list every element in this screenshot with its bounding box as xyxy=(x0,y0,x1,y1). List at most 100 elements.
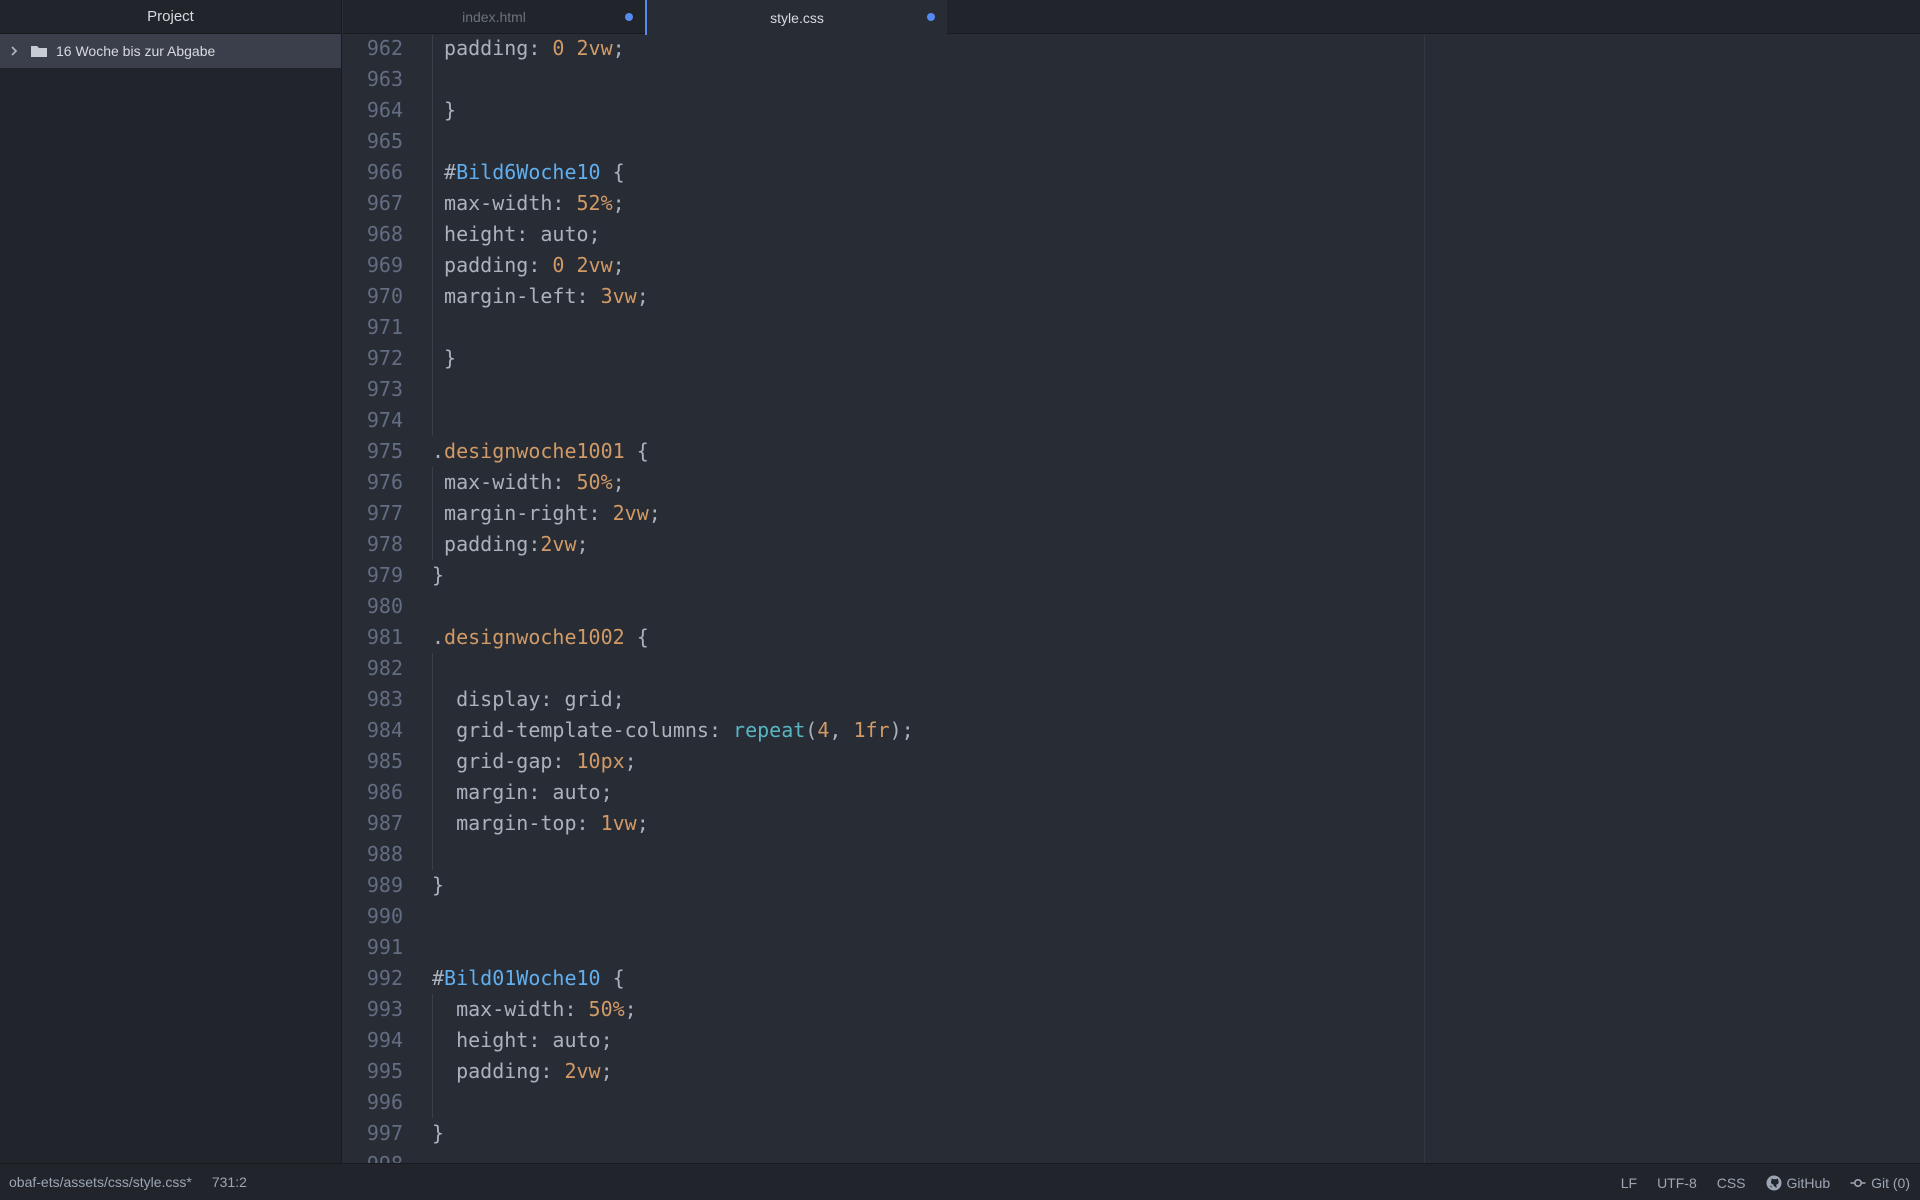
code-line[interactable]: 962 padding: 0 2vw; xyxy=(343,35,1920,64)
line-number[interactable]: 985 xyxy=(343,746,403,777)
code-line[interactable]: 976 max-width: 50%; xyxy=(343,467,1920,498)
file-path[interactable]: obaf-ets/assets/css/style.css* xyxy=(9,1174,192,1190)
code-line[interactable]: 998 xyxy=(343,1149,1920,1163)
code-text[interactable]: margin-top: 1vw; xyxy=(432,808,649,839)
code-line[interactable]: 974 xyxy=(343,405,1920,436)
code-text[interactable]: } xyxy=(432,1118,444,1149)
tab-index-html[interactable]: index.html xyxy=(343,0,645,34)
code-line[interactable]: 986 margin: auto; xyxy=(343,777,1920,808)
line-number[interactable]: 996 xyxy=(343,1087,403,1118)
line-number[interactable]: 994 xyxy=(343,1025,403,1056)
code-line[interactable]: 988 xyxy=(343,839,1920,870)
line-ending-selector[interactable]: LF xyxy=(1621,1175,1637,1191)
code-text[interactable]: max-width: 50%; xyxy=(432,994,637,1025)
line-number[interactable]: 974 xyxy=(343,405,403,436)
modified-dot-icon[interactable] xyxy=(927,13,935,21)
code-line[interactable]: 963 xyxy=(343,64,1920,95)
line-number[interactable]: 976 xyxy=(343,467,403,498)
line-number[interactable]: 993 xyxy=(343,994,403,1025)
line-number[interactable]: 989 xyxy=(343,870,403,901)
code-line[interactable]: 994 height: auto; xyxy=(343,1025,1920,1056)
line-number[interactable]: 981 xyxy=(343,622,403,653)
tab-style-css[interactable]: style.css xyxy=(645,0,947,35)
tree-item-project-folder[interactable]: 16 Woche bis zur Abgabe xyxy=(0,34,341,68)
line-number[interactable]: 997 xyxy=(343,1118,403,1149)
line-number[interactable]: 967 xyxy=(343,188,403,219)
code-line[interactable]: 984 grid-template-columns: repeat(4, 1fr… xyxy=(343,715,1920,746)
code-line[interactable]: 980 xyxy=(343,591,1920,622)
code-line[interactable]: 987 margin-top: 1vw; xyxy=(343,808,1920,839)
line-number[interactable]: 970 xyxy=(343,281,403,312)
code-line[interactable]: 992 #Bild01Woche10 { xyxy=(343,963,1920,994)
code-line[interactable]: 995 padding: 2vw; xyxy=(343,1056,1920,1087)
code-text[interactable]: .designwoche1002 { xyxy=(432,622,649,653)
code-line[interactable]: 966 #Bild6Woche10 { xyxy=(343,157,1920,188)
code-line[interactable]: 975 .designwoche1001 { xyxy=(343,436,1920,467)
code-line[interactable]: 982 xyxy=(343,653,1920,684)
code-text[interactable]: grid-gap: 10px; xyxy=(432,746,637,777)
line-number[interactable]: 990 xyxy=(343,901,403,932)
line-number[interactable]: 979 xyxy=(343,560,403,591)
line-number[interactable]: 971 xyxy=(343,312,403,343)
code-line[interactable]: 973 xyxy=(343,374,1920,405)
line-number[interactable]: 965 xyxy=(343,126,403,157)
code-line[interactable]: 977 margin-right: 2vw; xyxy=(343,498,1920,529)
line-number[interactable]: 973 xyxy=(343,374,403,405)
code-text[interactable]: } xyxy=(432,870,444,901)
line-number[interactable]: 978 xyxy=(343,529,403,560)
code-text[interactable]: display: grid; xyxy=(432,684,625,715)
code-text[interactable]: padding: 0 2vw; xyxy=(432,35,625,64)
code-line[interactable]: 991 xyxy=(343,932,1920,963)
line-number[interactable]: 962 xyxy=(343,35,403,64)
code-text[interactable]: padding: 0 2vw; xyxy=(432,250,625,281)
code-line[interactable]: 969 padding: 0 2vw; xyxy=(343,250,1920,281)
line-number[interactable]: 966 xyxy=(343,157,403,188)
code-line[interactable]: 970 margin-left: 3vw; xyxy=(343,281,1920,312)
line-number[interactable]: 972 xyxy=(343,343,403,374)
line-number[interactable]: 984 xyxy=(343,715,403,746)
line-number[interactable]: 983 xyxy=(343,684,403,715)
line-number[interactable]: 963 xyxy=(343,64,403,95)
code-line[interactable]: 971 xyxy=(343,312,1920,343)
code-line[interactable]: 993 max-width: 50%; xyxy=(343,994,1920,1025)
code-text[interactable]: } xyxy=(432,343,456,374)
code-text[interactable]: #Bild01Woche10 { xyxy=(432,963,625,994)
code-line[interactable]: 996 xyxy=(343,1087,1920,1118)
grammar-selector[interactable]: CSS xyxy=(1717,1175,1746,1191)
code-text[interactable]: max-width: 52%; xyxy=(432,188,625,219)
github-button[interactable]: GitHub xyxy=(1766,1175,1830,1191)
code-text[interactable]: padding: 2vw; xyxy=(432,1056,613,1087)
code-editor[interactable]: 962 padding: 0 2vw; 963 964 } 965 966 #Bild6… xyxy=(343,35,1920,1163)
line-number[interactable]: 998 xyxy=(343,1149,403,1163)
line-number[interactable]: 975 xyxy=(343,436,403,467)
line-number[interactable]: 987 xyxy=(343,808,403,839)
code-text[interactable]: .designwoche1001 { xyxy=(432,436,649,467)
code-text[interactable]: margin: auto; xyxy=(432,777,613,808)
code-line[interactable]: 964 } xyxy=(343,95,1920,126)
line-number[interactable]: 988 xyxy=(343,839,403,870)
line-number[interactable]: 969 xyxy=(343,250,403,281)
code-line[interactable]: 990 xyxy=(343,901,1920,932)
line-number[interactable]: 964 xyxy=(343,95,403,126)
line-number[interactable]: 991 xyxy=(343,932,403,963)
code-text[interactable]: padding:2vw; xyxy=(432,529,589,560)
git-button[interactable]: Git (0) xyxy=(1850,1175,1910,1191)
modified-dot-icon[interactable] xyxy=(625,13,633,21)
code-line[interactable]: 979} xyxy=(343,560,1920,591)
code-line[interactable]: 978 padding:2vw; xyxy=(343,529,1920,560)
code-line[interactable]: 985 grid-gap: 10px; xyxy=(343,746,1920,777)
cursor-position[interactable]: 731:2 xyxy=(212,1174,247,1190)
code-line[interactable]: 972 } xyxy=(343,343,1920,374)
line-number[interactable]: 995 xyxy=(343,1056,403,1087)
code-line[interactable]: 983 display: grid; xyxy=(343,684,1920,715)
code-text[interactable]: } xyxy=(432,95,456,126)
code-line[interactable]: 981 .designwoche1002 { xyxy=(343,622,1920,653)
code-text[interactable]: margin-right: 2vw; xyxy=(432,498,661,529)
line-number[interactable]: 986 xyxy=(343,777,403,808)
code-line[interactable]: 989} xyxy=(343,870,1920,901)
code-line[interactable]: 997} xyxy=(343,1118,1920,1149)
code-text[interactable]: } xyxy=(432,560,444,591)
chevron-right-icon[interactable] xyxy=(8,45,20,57)
code-line[interactable]: 968 height: auto; xyxy=(343,219,1920,250)
code-text[interactable]: margin-left: 3vw; xyxy=(432,281,649,312)
